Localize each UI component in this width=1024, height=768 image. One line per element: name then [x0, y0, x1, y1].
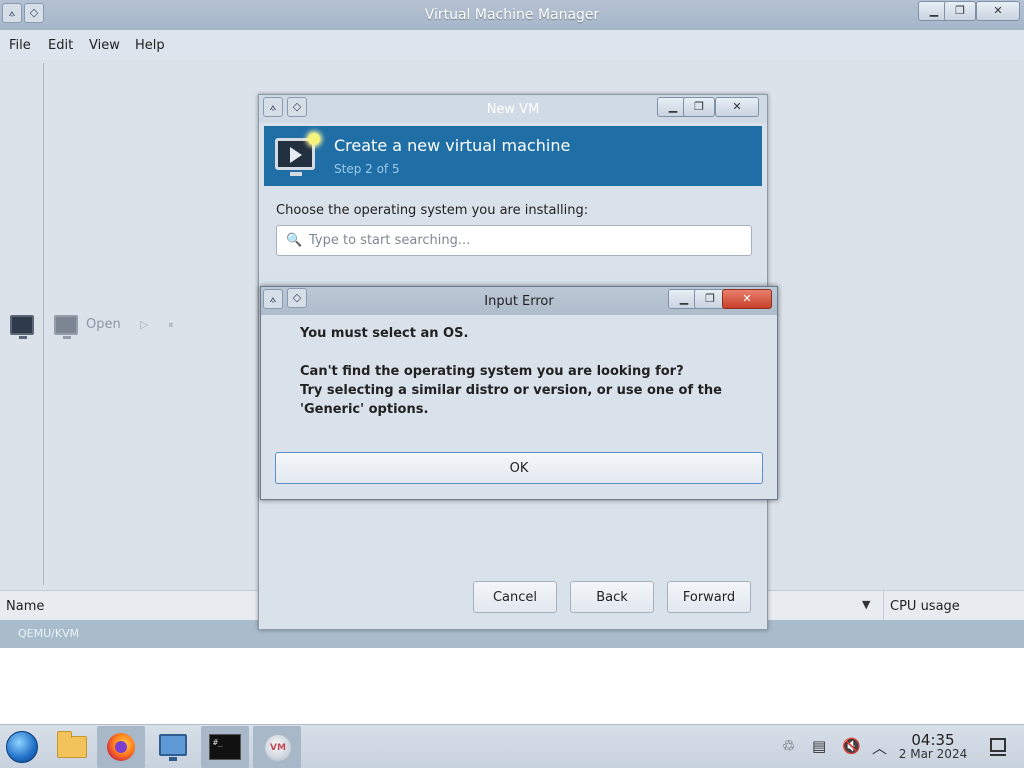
main-window-title: Virtual Machine Manager [424, 7, 600, 23]
taskbar-terminal[interactable]: #_ [201, 726, 249, 768]
column-separator [883, 591, 884, 621]
volume-muted-icon[interactable]: 🔇 [842, 737, 861, 755]
network-icon [159, 734, 187, 761]
pause-icon[interactable]: ⏸ [168, 318, 174, 332]
column-dropdown-icon[interactable]: ▼ [862, 598, 870, 611]
folder-icon [57, 731, 87, 758]
clock-date[interactable]: 2 Mar 2024 [893, 747, 973, 761]
update-tray-icon[interactable]: ♲ [782, 737, 795, 755]
cpu-column-header[interactable]: CPU usage [890, 599, 960, 614]
search-icon: 🔍 [286, 233, 303, 248]
menubar: File Edit View Help [0, 30, 1024, 60]
new-vm-titlebar: ⟑ ◇ New VM ▁ ❐ ✕ [259, 95, 767, 123]
new-vm-monitor-icon [275, 133, 320, 176]
taskbar-virt-manager[interactable]: VM [253, 726, 301, 768]
close-button[interactable]: ✕ [976, 1, 1020, 21]
error-line-2: Can't find the operating system you are … [300, 364, 684, 379]
error-line-1: You must select an OS. [300, 326, 469, 341]
open-button-label[interactable]: Open [86, 317, 121, 332]
choose-os-label: Choose the operating system you are inst… [276, 203, 589, 218]
ok-button[interactable]: OK [275, 452, 763, 484]
cancel-button[interactable]: Cancel [473, 581, 557, 613]
open-vm-icon[interactable] [54, 315, 78, 339]
clipboard-tray-icon[interactable]: ▤ [812, 737, 826, 755]
close-button[interactable]: ✕ [715, 97, 759, 117]
input-error-dialog: ⟑ ◇ Input Error ▁ ❐ ✕ You must select an… [260, 286, 778, 500]
os-search-input[interactable] [307, 232, 737, 249]
close-button[interactable]: ✕ [722, 289, 772, 309]
vm-list-empty-area [0, 648, 1024, 724]
tray-expand-icon[interactable]: ︿ [872, 737, 887, 758]
wizard-step: Step 2 of 5 [334, 162, 400, 176]
menu-help[interactable]: Help [135, 38, 165, 53]
virt-manager-icon: VM [265, 735, 291, 761]
menu-edit[interactable]: Edit [48, 38, 73, 53]
error-titlebar: ⟑ ◇ Input Error ▁ ❐ ✕ [261, 287, 777, 315]
taskbar: #_ VM [0, 724, 1024, 768]
back-button[interactable]: Back [570, 581, 654, 613]
taskbar-network[interactable] [149, 726, 197, 768]
start-menu-button[interactable] [0, 726, 48, 768]
menu-file[interactable]: File [9, 38, 31, 53]
taskbar-firefox[interactable] [97, 726, 145, 768]
firefox-icon [107, 733, 135, 761]
forward-button[interactable]: Forward [667, 581, 751, 613]
error-message: You must select an OS. Can't find the op… [300, 324, 760, 419]
menu-view[interactable]: View [89, 38, 120, 53]
run-icon[interactable]: ▷ [140, 318, 148, 331]
name-column-header[interactable]: Name [6, 599, 44, 614]
os-search-field[interactable]: 🔍 [276, 225, 752, 256]
wizard-heading: Create a new virtual machine [334, 136, 571, 155]
show-desktop-icon[interactable] [990, 738, 1006, 756]
maximize-button[interactable]: ❐ [944, 1, 976, 21]
start-orb-icon [6, 731, 38, 763]
toolbar-divider [43, 63, 44, 585]
main-titlebar: ⟑ ◇ Virtual Machine Manager ▁ ❐ ✕ [0, 0, 1024, 30]
maximize-button[interactable]: ❐ [683, 97, 715, 117]
connection-label: QEMU/KVM [18, 627, 80, 640]
error-line-3: Try selecting a similar distro or versio… [300, 383, 722, 417]
terminal-icon: #_ [209, 734, 241, 760]
taskbar-file-manager[interactable] [47, 726, 95, 768]
new-vm-icon[interactable] [10, 315, 34, 339]
wizard-header: Create a new virtual machine Step 2 of 5 [264, 126, 762, 186]
